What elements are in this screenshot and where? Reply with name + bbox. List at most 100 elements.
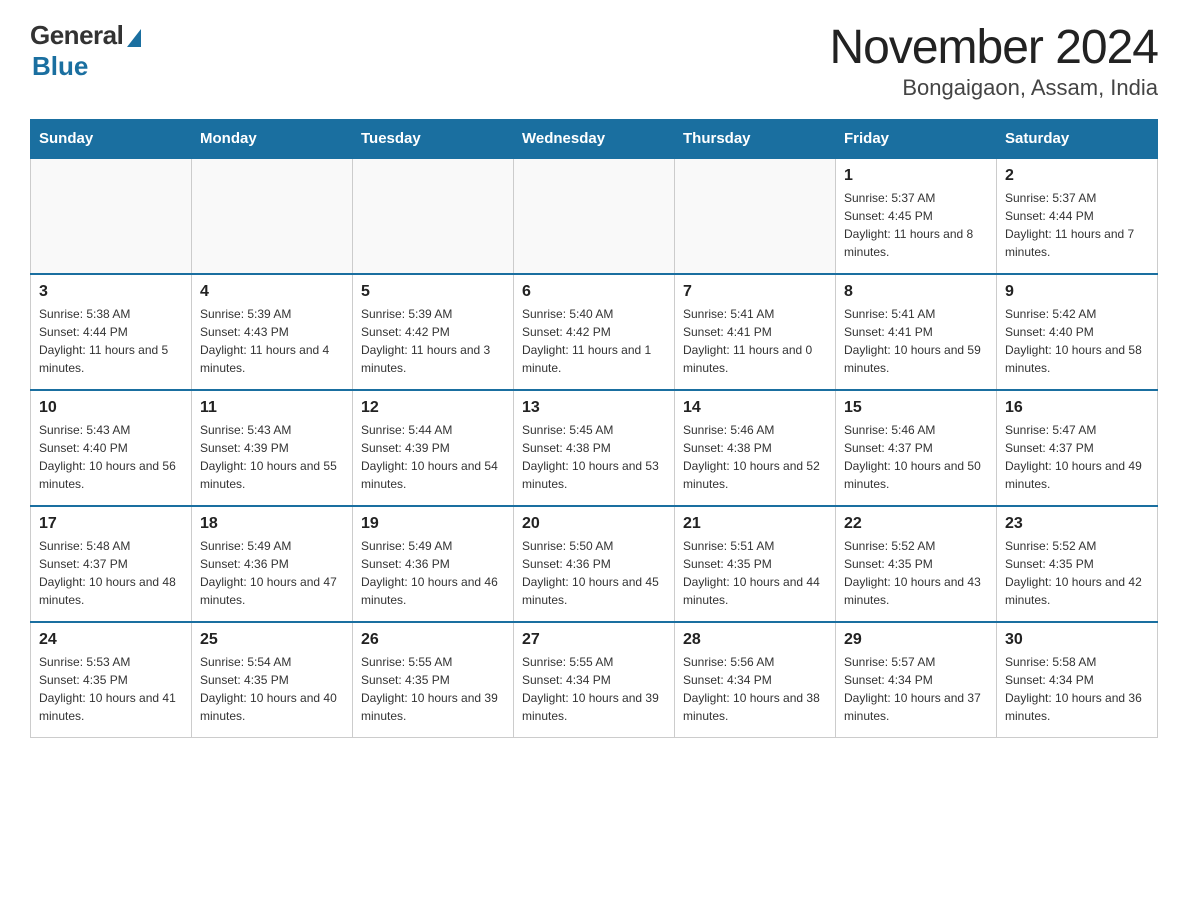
cell-info-text: Sunrise: 5:39 AM Sunset: 4:42 PM Dayligh… <box>361 305 505 377</box>
title-block: November 2024 Bongaigaon, Assam, India <box>829 20 1158 101</box>
cell-info-text: Sunrise: 5:42 AM Sunset: 4:40 PM Dayligh… <box>1005 305 1149 377</box>
calendar-cell <box>353 158 514 274</box>
calendar-cell: 24Sunrise: 5:53 AM Sunset: 4:35 PM Dayli… <box>31 622 192 738</box>
calendar-week-row: 1 Sunrise: 5:37 AM Sunset: 4:45 PM Daylig… <box>31 158 1158 274</box>
calendar-title: November 2024 <box>829 20 1158 75</box>
calendar-cell: 13 Sunrise: 5:45 AM Sunset: 4:38 PM Dayli… <box>514 390 675 506</box>
cell-info-text: Sunrise: 5:47 AM Sunset: 4:37 PM Dayligh… <box>1005 421 1149 493</box>
cell-day-number: 27 <box>522 631 666 649</box>
calendar-cell: 17 Sunrise: 5:48 AM Sunset: 4:37 PM Dayli… <box>31 506 192 622</box>
calendar-cell: 30 Sunrise: 5:58 AM Sunset: 4:34 PM Dayli… <box>997 622 1158 738</box>
cell-day-number: 30 <box>1005 631 1149 649</box>
calendar-cell: 19 Sunrise: 5:49 AM Sunset: 4:36 PM Dayli… <box>353 506 514 622</box>
cell-info-text: Sunrise: 5:39 AM Sunset: 4:43 PM Dayligh… <box>200 305 344 377</box>
calendar-cell: 23 Sunrise: 5:52 AM Sunset: 4:35 PM Dayli… <box>997 506 1158 622</box>
calendar-cell: 11 Sunrise: 5:43 AM Sunset: 4:39 PM Dayli… <box>192 390 353 506</box>
calendar-cell <box>192 158 353 274</box>
calendar-cell <box>514 158 675 274</box>
calendar-cell: 18 Sunrise: 5:49 AM Sunset: 4:36 PM Dayli… <box>192 506 353 622</box>
calendar-cell: 15 Sunrise: 5:46 AM Sunset: 4:37 PM Dayli… <box>836 390 997 506</box>
cell-info-text: Sunrise: 5:43 AM Sunset: 4:39 PM Dayligh… <box>200 421 344 493</box>
cell-day-number: 1 <box>844 167 988 185</box>
day-header-wednesday: Wednesday <box>514 120 675 159</box>
cell-day-number: 25 <box>200 631 344 649</box>
cell-info-text: Sunrise: 5:55 AM Sunset: 4:34 PM Dayligh… <box>522 653 666 725</box>
cell-day-number: 18 <box>200 515 344 533</box>
calendar-cell <box>31 158 192 274</box>
cell-day-number: 12 <box>361 399 505 417</box>
cell-info-text: Sunrise: 5:41 AM Sunset: 4:41 PM Dayligh… <box>844 305 988 377</box>
cell-day-number: 15 <box>844 399 988 417</box>
cell-info-text: Sunrise: 5:48 AM Sunset: 4:37 PM Dayligh… <box>39 537 183 609</box>
cell-day-number: 9 <box>1005 283 1149 301</box>
cell-info-text: Sunrise: 5:38 AM Sunset: 4:44 PM Dayligh… <box>39 305 183 377</box>
cell-info-text: Sunrise: 5:43 AM Sunset: 4:40 PM Dayligh… <box>39 421 183 493</box>
day-header-thursday: Thursday <box>675 120 836 159</box>
cell-info-text: Sunrise: 5:37 AM Sunset: 4:45 PM Dayligh… <box>844 189 988 261</box>
cell-info-text: Sunrise: 5:55 AM Sunset: 4:35 PM Dayligh… <box>361 653 505 725</box>
calendar-cell: 5Sunrise: 5:39 AM Sunset: 4:42 PM Daylig… <box>353 274 514 390</box>
cell-info-text: Sunrise: 5:40 AM Sunset: 4:42 PM Dayligh… <box>522 305 666 377</box>
calendar-table: SundayMondayTuesdayWednesdayThursdayFrid… <box>30 119 1158 738</box>
cell-day-number: 14 <box>683 399 827 417</box>
cell-info-text: Sunrise: 5:41 AM Sunset: 4:41 PM Dayligh… <box>683 305 827 377</box>
cell-info-text: Sunrise: 5:49 AM Sunset: 4:36 PM Dayligh… <box>361 537 505 609</box>
cell-info-text: Sunrise: 5:45 AM Sunset: 4:38 PM Dayligh… <box>522 421 666 493</box>
calendar-header-row: SundayMondayTuesdayWednesdayThursdayFrid… <box>31 120 1158 159</box>
calendar-week-row: 10 Sunrise: 5:43 AM Sunset: 4:40 PM Dayli… <box>31 390 1158 506</box>
calendar-cell: 20 Sunrise: 5:50 AM Sunset: 4:36 PM Dayli… <box>514 506 675 622</box>
cell-day-number: 22 <box>844 515 988 533</box>
cell-info-text: Sunrise: 5:54 AM Sunset: 4:35 PM Dayligh… <box>200 653 344 725</box>
cell-day-number: 11 <box>200 399 344 417</box>
calendar-cell: 9 Sunrise: 5:42 AM Sunset: 4:40 PM Daylig… <box>997 274 1158 390</box>
cell-info-text: Sunrise: 5:52 AM Sunset: 4:35 PM Dayligh… <box>1005 537 1149 609</box>
calendar-cell: 2Sunrise: 5:37 AM Sunset: 4:44 PM Daylig… <box>997 158 1158 274</box>
calendar-cell: 14Sunrise: 5:46 AM Sunset: 4:38 PM Dayli… <box>675 390 836 506</box>
calendar-cell: 25 Sunrise: 5:54 AM Sunset: 4:35 PM Dayli… <box>192 622 353 738</box>
cell-day-number: 13 <box>522 399 666 417</box>
cell-day-number: 28 <box>683 631 827 649</box>
cell-info-text: Sunrise: 5:57 AM Sunset: 4:34 PM Dayligh… <box>844 653 988 725</box>
calendar-cell: 27 Sunrise: 5:55 AM Sunset: 4:34 PM Dayli… <box>514 622 675 738</box>
calendar-cell: 12Sunrise: 5:44 AM Sunset: 4:39 PM Dayli… <box>353 390 514 506</box>
cell-info-text: Sunrise: 5:46 AM Sunset: 4:37 PM Dayligh… <box>844 421 988 493</box>
cell-day-number: 20 <box>522 515 666 533</box>
calendar-cell: 6 Sunrise: 5:40 AM Sunset: 4:42 PM Daylig… <box>514 274 675 390</box>
cell-day-number: 21 <box>683 515 827 533</box>
logo: General Blue <box>30 20 141 82</box>
cell-day-number: 4 <box>200 283 344 301</box>
cell-day-number: 10 <box>39 399 183 417</box>
cell-info-text: Sunrise: 5:58 AM Sunset: 4:34 PM Dayligh… <box>1005 653 1149 725</box>
day-header-friday: Friday <box>836 120 997 159</box>
day-header-saturday: Saturday <box>997 120 1158 159</box>
calendar-cell: 7 Sunrise: 5:41 AM Sunset: 4:41 PM Daylig… <box>675 274 836 390</box>
cell-info-text: Sunrise: 5:53 AM Sunset: 4:35 PM Dayligh… <box>39 653 183 725</box>
calendar-cell: 21 Sunrise: 5:51 AM Sunset: 4:35 PM Dayli… <box>675 506 836 622</box>
cell-day-number: 6 <box>522 283 666 301</box>
logo-blue-text: Blue <box>32 51 88 82</box>
cell-day-number: 19 <box>361 515 505 533</box>
calendar-cell: 29Sunrise: 5:57 AM Sunset: 4:34 PM Dayli… <box>836 622 997 738</box>
cell-info-text: Sunrise: 5:51 AM Sunset: 4:35 PM Dayligh… <box>683 537 827 609</box>
logo-arrow-icon <box>127 29 141 47</box>
cell-day-number: 3 <box>39 283 183 301</box>
day-header-tuesday: Tuesday <box>353 120 514 159</box>
calendar-cell: 1 Sunrise: 5:37 AM Sunset: 4:45 PM Daylig… <box>836 158 997 274</box>
calendar-week-row: 3 Sunrise: 5:38 AM Sunset: 4:44 PM Daylig… <box>31 274 1158 390</box>
cell-info-text: Sunrise: 5:49 AM Sunset: 4:36 PM Dayligh… <box>200 537 344 609</box>
cell-day-number: 23 <box>1005 515 1149 533</box>
cell-info-text: Sunrise: 5:52 AM Sunset: 4:35 PM Dayligh… <box>844 537 988 609</box>
cell-info-text: Sunrise: 5:50 AM Sunset: 4:36 PM Dayligh… <box>522 537 666 609</box>
calendar-cell <box>675 158 836 274</box>
calendar-cell: 3 Sunrise: 5:38 AM Sunset: 4:44 PM Daylig… <box>31 274 192 390</box>
cell-day-number: 26 <box>361 631 505 649</box>
calendar-cell: 8Sunrise: 5:41 AM Sunset: 4:41 PM Daylig… <box>836 274 997 390</box>
calendar-week-row: 24Sunrise: 5:53 AM Sunset: 4:35 PM Dayli… <box>31 622 1158 738</box>
page-header: General Blue November 2024 Bongaigaon, A… <box>30 20 1158 101</box>
cell-day-number: 7 <box>683 283 827 301</box>
cell-day-number: 2 <box>1005 167 1149 185</box>
cell-day-number: 17 <box>39 515 183 533</box>
calendar-cell: 22 Sunrise: 5:52 AM Sunset: 4:35 PM Dayli… <box>836 506 997 622</box>
calendar-cell: 10 Sunrise: 5:43 AM Sunset: 4:40 PM Dayli… <box>31 390 192 506</box>
cell-day-number: 16 <box>1005 399 1149 417</box>
